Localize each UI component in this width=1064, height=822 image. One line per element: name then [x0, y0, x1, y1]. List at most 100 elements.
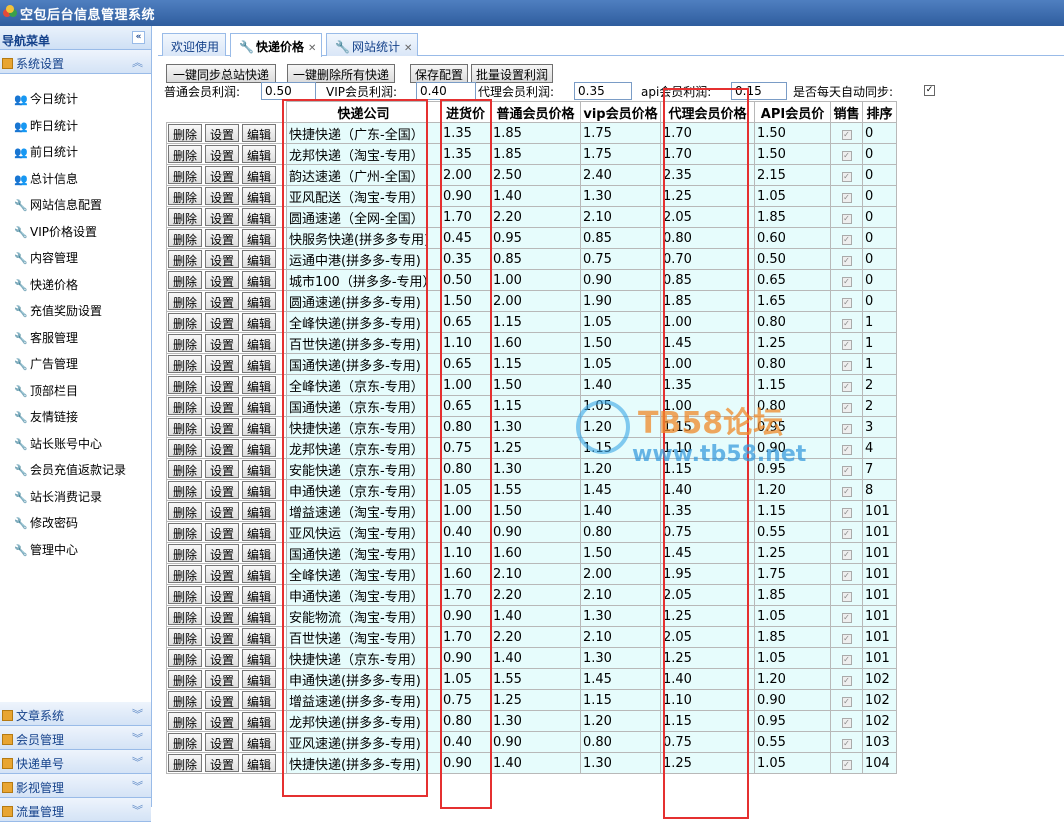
agent-profit-input[interactable] — [574, 82, 632, 100]
sidebar-group[interactable]: 文章系统 ︾ — [0, 702, 151, 726]
double-chevron-left-icon[interactable]: « — [132, 31, 145, 44]
edit-button[interactable]: 编辑 — [242, 166, 277, 184]
sidebar-item[interactable]: 👥 总计信息 — [14, 170, 78, 192]
sidebar-group[interactable]: 影视管理 ︾ — [0, 774, 151, 798]
settings-button[interactable]: 设置 — [205, 586, 240, 604]
sidebar-group[interactable]: 会员管理 ︾ — [0, 726, 151, 750]
delete-button[interactable]: 删除 — [168, 481, 203, 499]
sidebar-item[interactable]: 🔧 顶部栏目 — [14, 382, 78, 404]
sidebar-item[interactable]: 👥 今日统计 — [14, 90, 78, 112]
delete-button[interactable]: 删除 — [168, 502, 203, 520]
sidebar-item[interactable]: 🔧 会员充值返款记录 — [14, 461, 126, 483]
chevron-down-icon[interactable]: ︾ — [132, 706, 143, 722]
sale-checkbox[interactable]: ✓ — [841, 192, 852, 203]
settings-button[interactable]: 设置 — [205, 691, 240, 709]
delete-button[interactable]: 删除 — [168, 712, 203, 730]
edit-button[interactable]: 编辑 — [242, 523, 277, 541]
sale-checkbox[interactable]: ✓ — [841, 297, 852, 308]
chevron-up-icon[interactable]: ︽ — [132, 54, 143, 70]
sidebar-item[interactable]: 🔧 客服管理 — [14, 329, 78, 351]
edit-button[interactable]: 编辑 — [242, 313, 277, 331]
settings-button[interactable]: 设置 — [205, 544, 240, 562]
settings-button[interactable]: 设置 — [205, 397, 240, 415]
edit-button[interactable]: 编辑 — [242, 670, 277, 688]
chevron-down-icon[interactable]: ︾ — [132, 730, 143, 746]
sidebar-item[interactable]: 🔧 内容管理 — [14, 249, 78, 271]
sidebar-item[interactable]: 🔧 网站信息配置 — [14, 196, 102, 218]
edit-button[interactable]: 编辑 — [242, 544, 277, 562]
edit-button[interactable]: 编辑 — [242, 145, 277, 163]
sale-checkbox[interactable]: ✓ — [841, 738, 852, 749]
settings-button[interactable]: 设置 — [205, 712, 240, 730]
edit-button[interactable]: 编辑 — [242, 124, 277, 142]
sale-checkbox[interactable]: ✓ — [841, 339, 852, 350]
settings-button[interactable]: 设置 — [205, 166, 240, 184]
edit-button[interactable]: 编辑 — [242, 628, 277, 646]
edit-button[interactable]: 编辑 — [242, 733, 277, 751]
settings-button[interactable]: 设置 — [205, 670, 240, 688]
sale-checkbox[interactable]: ✓ — [841, 486, 852, 497]
delete-button[interactable]: 删除 — [168, 292, 203, 310]
tab-site-stats[interactable]: 🔧 网站统计 ✕ — [326, 33, 418, 56]
save-config-button[interactable]: 保存配置 — [410, 64, 468, 83]
edit-button[interactable]: 编辑 — [242, 397, 277, 415]
settings-button[interactable]: 设置 — [205, 481, 240, 499]
delete-all-express-button[interactable]: 一键删除所有快递 — [287, 64, 395, 83]
edit-button[interactable]: 编辑 — [242, 565, 277, 583]
delete-button[interactable]: 删除 — [168, 355, 203, 373]
sale-checkbox[interactable]: ✓ — [841, 402, 852, 413]
group-system-settings[interactable]: 系统设置 ︽ — [0, 50, 151, 74]
delete-button[interactable]: 删除 — [168, 439, 203, 457]
sidebar-item[interactable]: 🔧 快递价格 — [14, 276, 78, 298]
edit-button[interactable]: 编辑 — [242, 355, 277, 373]
sale-checkbox[interactable]: ✓ — [841, 381, 852, 392]
sale-checkbox[interactable]: ✓ — [841, 234, 852, 245]
settings-button[interactable]: 设置 — [205, 607, 240, 625]
settings-button[interactable]: 设置 — [205, 334, 240, 352]
sale-checkbox[interactable]: ✓ — [841, 570, 852, 581]
edit-button[interactable]: 编辑 — [242, 250, 277, 268]
sync-daily-checkbox[interactable]: ✓ — [924, 85, 935, 96]
settings-button[interactable]: 设置 — [205, 565, 240, 583]
sale-checkbox[interactable]: ✓ — [841, 213, 852, 224]
delete-button[interactable]: 删除 — [168, 586, 203, 604]
edit-button[interactable]: 编辑 — [242, 481, 277, 499]
edit-button[interactable]: 编辑 — [242, 649, 277, 667]
tab-express-price[interactable]: 🔧 快递价格 ✕ — [230, 33, 322, 57]
delete-button[interactable]: 删除 — [168, 460, 203, 478]
sidebar-item[interactable]: 🔧 充值奖励设置 — [14, 302, 102, 324]
sale-checkbox[interactable]: ✓ — [841, 591, 852, 602]
chevron-down-icon[interactable]: ︾ — [132, 754, 143, 770]
sale-checkbox[interactable]: ✓ — [841, 633, 852, 644]
settings-button[interactable]: 设置 — [205, 376, 240, 394]
edit-button[interactable]: 编辑 — [242, 460, 277, 478]
sale-checkbox[interactable]: ✓ — [841, 654, 852, 665]
sale-checkbox[interactable]: ✓ — [841, 675, 852, 686]
settings-button[interactable]: 设置 — [205, 523, 240, 541]
chevron-down-icon[interactable]: ︾ — [132, 802, 143, 818]
delete-button[interactable]: 删除 — [168, 649, 203, 667]
delete-button[interactable]: 删除 — [168, 187, 203, 205]
delete-button[interactable]: 删除 — [168, 145, 203, 163]
sale-checkbox[interactable]: ✓ — [841, 465, 852, 476]
sidebar-group[interactable]: 快递单号 ︾ — [0, 750, 151, 774]
sale-checkbox[interactable]: ✓ — [841, 171, 852, 182]
settings-button[interactable]: 设置 — [205, 145, 240, 163]
edit-button[interactable]: 编辑 — [242, 754, 277, 772]
sidebar-item[interactable]: 👥 昨日统计 — [14, 117, 78, 139]
delete-button[interactable]: 删除 — [168, 628, 203, 646]
sale-checkbox[interactable]: ✓ — [841, 129, 852, 140]
sidebar-item[interactable]: 🔧 广告管理 — [14, 355, 78, 377]
tab-welcome[interactable]: 欢迎使用 — [162, 33, 226, 56]
edit-button[interactable]: 编辑 — [242, 334, 277, 352]
delete-button[interactable]: 删除 — [168, 733, 203, 751]
settings-button[interactable]: 设置 — [205, 292, 240, 310]
sale-checkbox[interactable]: ✓ — [841, 276, 852, 287]
sale-checkbox[interactable]: ✓ — [841, 528, 852, 539]
sync-express-button[interactable]: 一键同步总站快递 — [166, 64, 276, 83]
edit-button[interactable]: 编辑 — [242, 586, 277, 604]
sidebar-item[interactable]: 🔧 修改密码 — [14, 514, 78, 536]
edit-button[interactable]: 编辑 — [242, 439, 277, 457]
settings-button[interactable]: 设置 — [205, 250, 240, 268]
settings-button[interactable]: 设置 — [205, 754, 240, 772]
